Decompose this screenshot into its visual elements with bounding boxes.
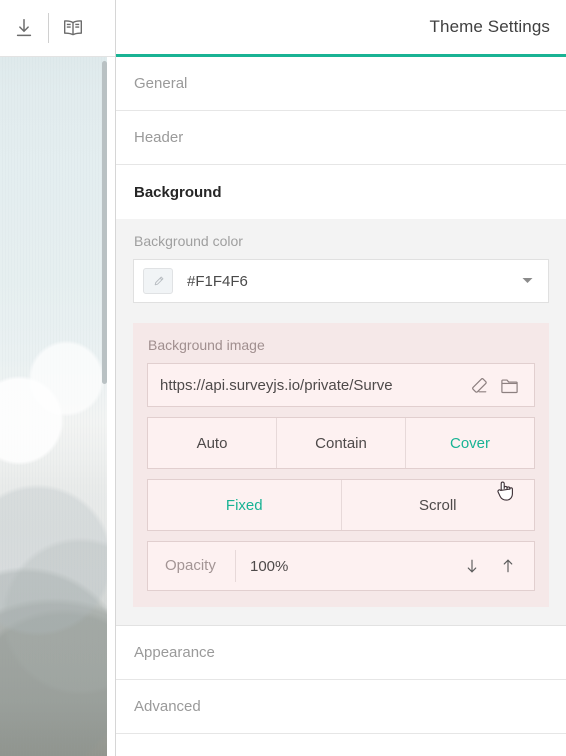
accordion-item-advanced[interactable]: Advanced xyxy=(116,680,566,734)
accordion-label: Advanced xyxy=(134,698,201,715)
preview-button[interactable] xyxy=(49,4,97,52)
fit-option-auto[interactable]: Auto xyxy=(148,418,277,468)
background-image-group: Background image https://api.surveyjs.io… xyxy=(133,323,549,607)
color-swatch-button[interactable] xyxy=(143,268,173,294)
eraser-icon xyxy=(471,377,487,393)
opacity-increment-button[interactable] xyxy=(490,548,526,584)
survey-preview-canvas xyxy=(0,57,115,756)
accordion-label: Appearance xyxy=(134,644,215,661)
preview-scrollbar-thumb[interactable] xyxy=(102,61,107,384)
accordion-label: General xyxy=(134,75,188,92)
attachment-option-scroll[interactable]: Scroll xyxy=(342,480,535,530)
opacity-label: Opacity xyxy=(148,550,236,582)
background-image-preview xyxy=(0,57,107,756)
panel-header: Theme Settings xyxy=(116,0,566,57)
opacity-value[interactable]: 100% xyxy=(236,558,454,575)
arrow-up-icon xyxy=(503,559,513,573)
opacity-decrement-button[interactable] xyxy=(454,548,490,584)
page-title: Theme Settings xyxy=(429,17,550,36)
preview-scrollbar-track[interactable] xyxy=(102,57,107,756)
theme-settings-screen: Theme Settings General Header Background… xyxy=(0,0,566,756)
fit-option-label: Contain xyxy=(315,434,367,452)
fit-option-label: Cover xyxy=(449,434,490,452)
background-settings-body: Background color #F1F4F6 Background imag… xyxy=(116,219,566,626)
background-color-label: Background color xyxy=(134,233,243,249)
background-color-input[interactable]: #F1F4F6 xyxy=(133,259,549,303)
color-dropdown-button[interactable] xyxy=(517,272,538,290)
accordion-item-header[interactable]: Header xyxy=(116,111,566,165)
accordion-label: Header xyxy=(134,129,184,146)
fit-option-cover[interactable]: Cover xyxy=(406,418,534,468)
background-color-field: Background color #F1F4F6 xyxy=(133,233,549,309)
browse-image-button[interactable] xyxy=(494,370,524,400)
settings-accordion: General Header Background Background col… xyxy=(116,57,566,756)
download-button[interactable] xyxy=(0,4,48,52)
background-image-label: Background image xyxy=(148,337,265,353)
accordion-item-appearance[interactable]: Appearance xyxy=(116,626,566,680)
accordion-item-background[interactable]: Background xyxy=(116,165,566,219)
accordion-item-general[interactable]: General xyxy=(116,57,566,111)
photo-texture-overlay xyxy=(0,57,107,756)
background-image-url-input[interactable]: https://api.surveyjs.io/private/Surve xyxy=(147,363,535,407)
survey-preview-column xyxy=(0,0,116,756)
fit-option-label: Auto xyxy=(196,434,228,452)
accordion-label: Background xyxy=(134,183,222,201)
folder-icon xyxy=(500,378,518,393)
attachment-option-label: Fixed xyxy=(225,496,263,514)
book-preview-icon xyxy=(64,20,82,36)
attachment-option-label: Scroll xyxy=(418,496,457,514)
background-image-url-value: https://api.surveyjs.io/private/Surve xyxy=(160,376,393,394)
image-attachment-button-group: Fixed Scroll xyxy=(147,479,535,531)
image-fit-button-group: Auto Contain Cover xyxy=(147,417,535,469)
download-icon xyxy=(16,19,32,37)
clear-image-button[interactable] xyxy=(464,370,494,400)
theme-settings-panel: Theme Settings General Header Background… xyxy=(116,0,566,756)
chevron-down-icon xyxy=(522,278,533,283)
eyedropper-icon xyxy=(154,276,163,285)
background-color-value: #F1F4F6 xyxy=(187,272,248,290)
arrow-down-icon xyxy=(467,559,477,573)
fit-option-contain[interactable]: Contain xyxy=(277,418,406,468)
preview-toolbar xyxy=(0,0,115,57)
attachment-option-fixed[interactable]: Fixed xyxy=(148,480,342,530)
opacity-field: Opacity 100% xyxy=(147,541,535,591)
